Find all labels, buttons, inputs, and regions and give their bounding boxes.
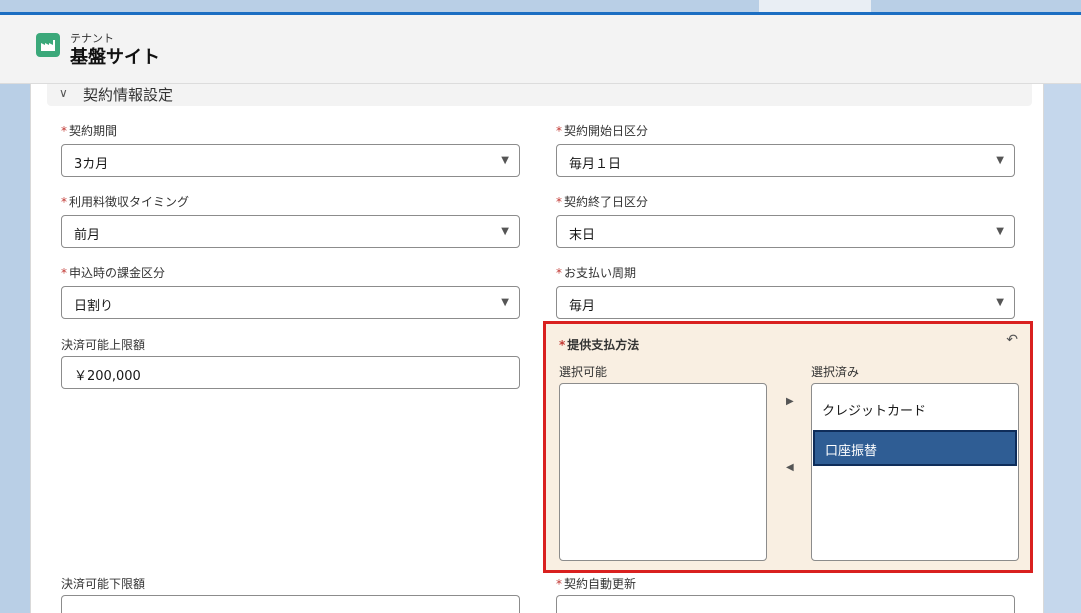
max-amount-value: ￥200,000 [74, 369, 141, 384]
auto-renew-select[interactable] [556, 595, 1015, 613]
payment-cycle-value: 毎月 [569, 299, 596, 314]
max-amount-label: 決済可能上限額 [61, 338, 146, 352]
required-mark: * [556, 195, 562, 209]
browser-tab [759, 0, 871, 12]
dropdown-arrow-icon: ▼ [996, 226, 1004, 237]
payment-cycle-label: * お支払い周期 [556, 266, 637, 280]
required-mark: * [61, 195, 67, 209]
dropdown-arrow-icon: ▼ [501, 297, 509, 308]
app-title: 基盤サイト [70, 47, 160, 68]
chevron-down-icon[interactable]: ∨ [59, 86, 68, 100]
billing-on-apply-label: * 申込時の課金区分 [61, 266, 166, 280]
dropdown-arrow-icon: ▼ [501, 155, 509, 166]
undo-icon[interactable]: ↶ [1006, 332, 1018, 348]
contract-period-value: 3カ月 [74, 157, 109, 172]
contract-start-label: * 契約開始日区分 [556, 124, 649, 138]
payment-methods-label: * 提供支払方法 [559, 338, 640, 352]
move-left-button[interactable]: ◀ [786, 462, 794, 473]
required-mark: * [556, 577, 562, 591]
min-amount-label: 決済可能下限額 [61, 577, 146, 591]
selected-listbox[interactable]: クレジットカード 口座振替 [811, 383, 1019, 561]
payment-cycle-select[interactable]: 毎月 ▼ [556, 286, 1015, 319]
section-header[interactable]: ∨ 契約情報設定 [47, 84, 1032, 106]
contract-period-select[interactable]: 3カ月 ▼ [61, 144, 520, 177]
contract-end-label: * 契約終了日区分 [556, 195, 649, 209]
contract-end-value: 末日 [569, 228, 596, 243]
available-label: 選択可能 [559, 365, 608, 379]
billing-on-apply-value: 日割り [74, 299, 114, 314]
list-item[interactable]: クレジットカード [822, 400, 926, 419]
max-amount-input[interactable]: ￥200,000 [61, 356, 520, 389]
contract-period-label: * 契約期間 [61, 124, 118, 138]
fee-timing-label: * 利用料徴収タイミング [61, 195, 190, 209]
move-right-button[interactable]: ▶ [786, 396, 794, 407]
selected-label: 選択済み [811, 365, 860, 379]
background-left [0, 84, 30, 613]
list-item-selected[interactable]: 口座振替 [813, 430, 1017, 466]
fee-timing-value: 前月 [74, 228, 101, 243]
auto-renew-label: * 契約自動更新 [556, 577, 637, 591]
required-mark: * [556, 266, 562, 280]
section-title: 契約情報設定 [83, 86, 174, 104]
form-content: ∨ 契約情報設定 * 契約期間 3カ月 ▼ * 契約開始日区分 毎月１日 ▼ * 利用… [30, 84, 1044, 613]
required-mark: * [61, 266, 67, 280]
contract-start-select[interactable]: 毎月１日 ▼ [556, 144, 1015, 177]
required-mark: * [559, 338, 566, 352]
contract-start-value: 毎月１日 [569, 157, 622, 172]
factory-icon [36, 33, 60, 57]
required-mark: * [61, 124, 67, 138]
contract-end-select[interactable]: 末日 ▼ [556, 215, 1015, 248]
dropdown-arrow-icon: ▼ [501, 226, 509, 237]
payment-methods-dual-listbox: * 提供支払方法 ↶ 選択可能 選択済み ▶ ◀ クレジットカード 口座振替 [543, 321, 1033, 573]
required-mark: * [556, 124, 562, 138]
app-header: テナント 基盤サイト [0, 15, 1081, 84]
dropdown-arrow-icon: ▼ [996, 297, 1004, 308]
available-listbox[interactable] [559, 383, 767, 561]
dropdown-arrow-icon: ▼ [996, 155, 1004, 166]
background-right [1044, 84, 1081, 613]
min-amount-input[interactable] [61, 595, 520, 613]
fee-timing-select[interactable]: 前月 ▼ [61, 215, 520, 248]
billing-on-apply-select[interactable]: 日割り ▼ [61, 286, 520, 319]
